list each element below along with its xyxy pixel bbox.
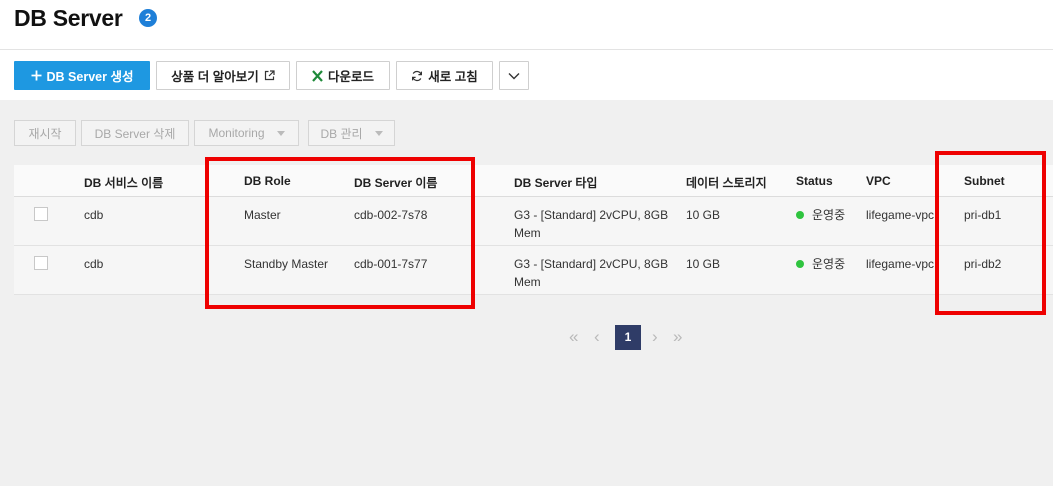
cell-storage: 10 GB — [686, 257, 721, 271]
page-current-button[interactable]: 1 — [615, 325, 641, 350]
delete-db-server-button[interactable]: DB Server 삭제 — [81, 120, 189, 146]
cell-status: 운영중 — [796, 255, 845, 273]
cell-server-type-line1: G3 - [Standard] 2vCPU, 8GB — [514, 257, 669, 271]
status-text: 운영중 — [812, 257, 846, 271]
table-row[interactable]: cdb Standby Master cdb-001-7s77 G3 - [St… — [14, 246, 1053, 295]
cell-service-name: cdb — [84, 208, 104, 222]
cell-server-type-line2: Mem — [514, 275, 541, 289]
first-page-icon[interactable]: « — [569, 326, 578, 348]
next-page-icon[interactable]: › — [652, 326, 658, 348]
plus-icon — [31, 70, 42, 81]
restart-label: 재시작 — [28, 126, 62, 141]
db-manage-label: DB 관리 — [320, 126, 363, 141]
last-page-icon[interactable]: » — [673, 326, 682, 348]
create-db-server-button[interactable]: DB Server 생성 — [14, 61, 150, 90]
col-header-vpc[interactable]: VPC — [866, 174, 891, 188]
cell-status: 운영중 — [796, 206, 845, 224]
cell-vpc: lifegame-vpc — [866, 208, 934, 222]
download-button[interactable]: 다운로드 — [296, 61, 390, 90]
caret-down-icon — [374, 130, 383, 136]
download-label: 다운로드 — [327, 70, 374, 84]
col-header-server-type[interactable]: DB Server 타입 — [514, 174, 597, 191]
refresh-button[interactable]: 새로 고침 — [396, 61, 493, 90]
status-text: 운영중 — [812, 208, 846, 222]
monitoring-dropdown[interactable]: Monitoring — [194, 120, 299, 146]
cell-server-type-line1: G3 - [Standard] 2vCPU, 8GB — [514, 208, 669, 222]
refresh-icon — [411, 70, 423, 82]
col-header-status[interactable]: Status — [796, 174, 833, 188]
highlight-box-role-name — [205, 157, 475, 309]
row-checkbox[interactable] — [34, 256, 48, 270]
cell-service-name: cdb — [84, 257, 104, 271]
cell-storage: 10 GB — [686, 208, 721, 222]
count-badge: 2 — [139, 9, 157, 27]
content-area: 재시작 DB Server 삭제 Monitoring DB 관리 DB 서비스… — [0, 100, 1053, 486]
chevron-down-icon — [508, 72, 520, 80]
create-button-label: DB Server 생성 — [46, 70, 134, 84]
excel-icon — [312, 69, 323, 82]
refresh-label: 새로 고침 — [428, 70, 478, 84]
cell-server-type: G3 - [Standard] 2vCPU, 8GB Mem — [514, 255, 669, 291]
page-title: DB Server — [14, 5, 123, 31]
highlight-box-subnet — [935, 151, 1046, 315]
restart-button[interactable]: 재시작 — [14, 120, 76, 146]
more-options-button[interactable] — [499, 61, 529, 90]
delete-label: DB Server 삭제 — [94, 126, 176, 141]
status-running-icon — [796, 260, 804, 268]
db-manage-dropdown[interactable]: DB 관리 — [308, 120, 395, 146]
row-checkbox[interactable] — [34, 207, 48, 221]
cell-vpc: lifegame-vpc — [866, 257, 934, 271]
learn-more-button[interactable]: 상품 더 알아보기 — [156, 61, 290, 90]
col-header-storage[interactable]: 데이터 스토리지 — [686, 174, 767, 191]
cell-server-type: G3 - [Standard] 2vCPU, 8GB Mem — [514, 206, 669, 242]
db-server-table: DB 서비스 이름 DB Role DB Server 이름 DB Server… — [14, 165, 1053, 295]
external-link-icon — [264, 70, 275, 81]
table-row[interactable]: cdb Master cdb-002-7s78 G3 - [Standard] … — [14, 197, 1053, 246]
caret-down-icon — [276, 130, 285, 136]
status-running-icon — [796, 211, 804, 219]
toolbar: DB Server 생성 상품 더 알아보기 다운로드 새로 고침 — [0, 50, 1053, 100]
cell-server-type-line2: Mem — [514, 226, 541, 240]
page-header: DB Server 2 — [0, 0, 1053, 50]
learn-more-label: 상품 더 알아보기 — [171, 70, 259, 84]
prev-page-icon[interactable]: ‹ — [594, 326, 600, 348]
col-header-service-name[interactable]: DB 서비스 이름 — [84, 174, 163, 191]
table-header: DB 서비스 이름 DB Role DB Server 이름 DB Server… — [14, 165, 1053, 197]
monitoring-label: Monitoring — [208, 126, 265, 140]
